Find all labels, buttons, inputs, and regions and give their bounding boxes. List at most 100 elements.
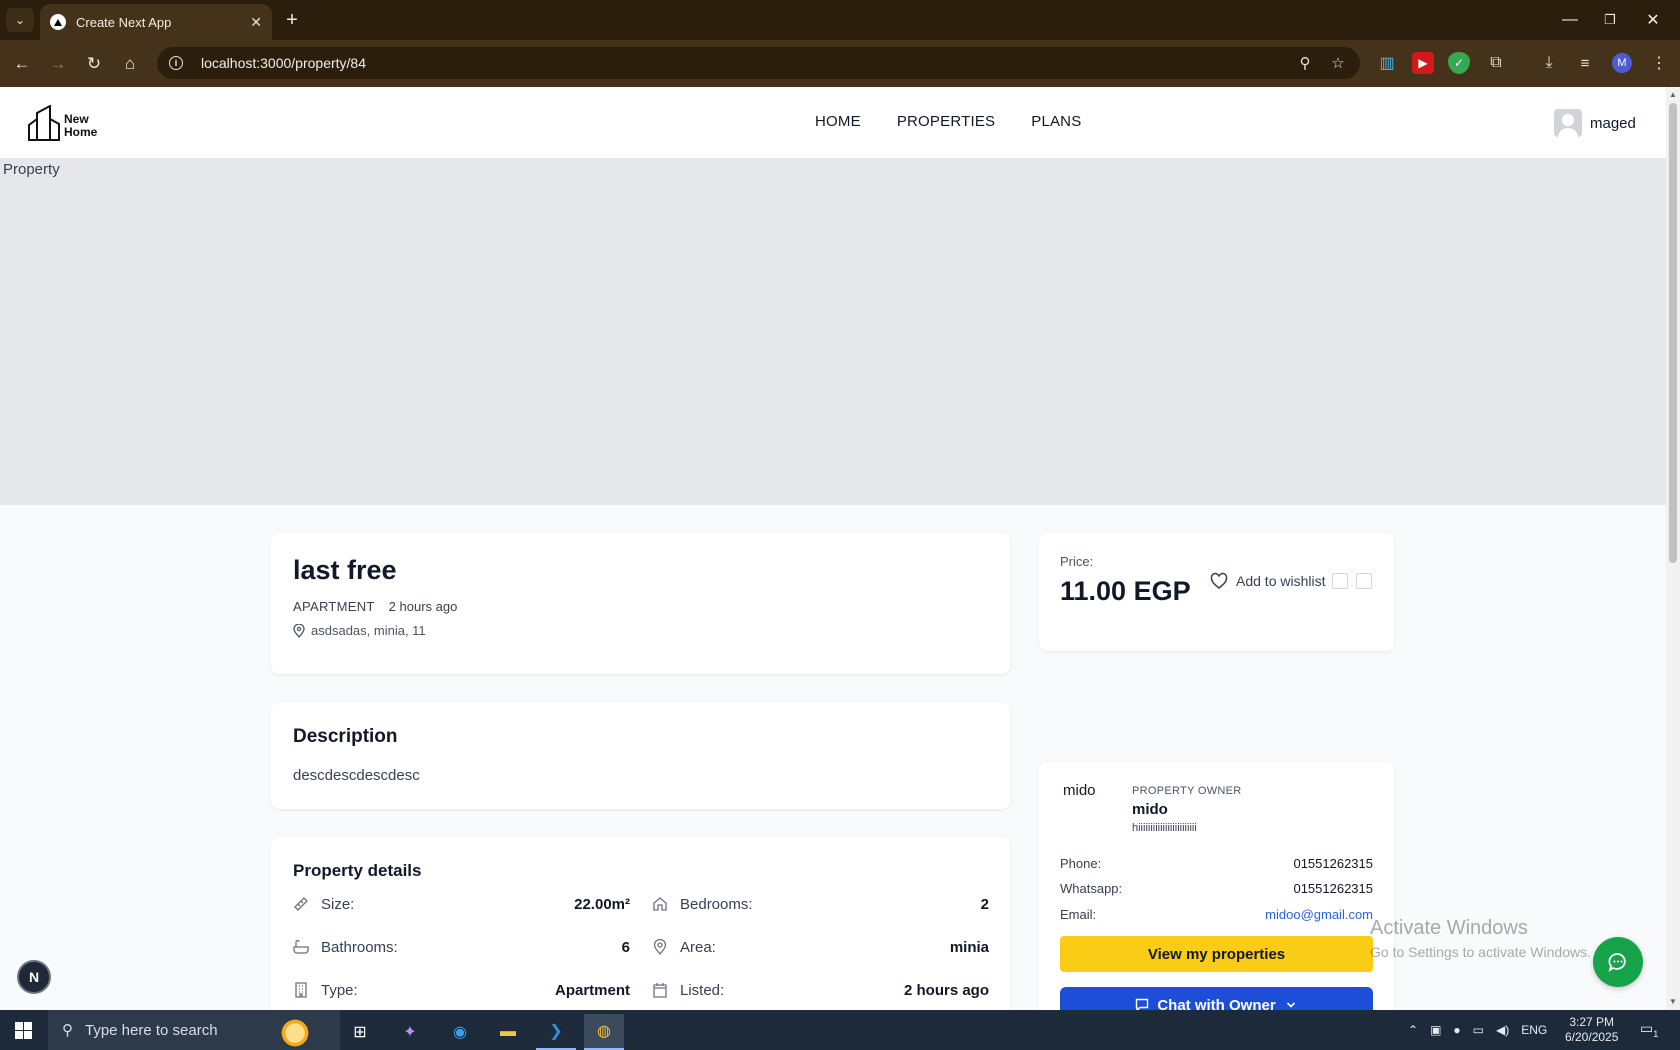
restore-button[interactable]: ❐ [1595, 8, 1625, 32]
taskbar-clock[interactable]: 3:27 PM 6/20/2025 [1565, 1015, 1618, 1045]
property-address: asdsadas, minia, 11 [293, 622, 426, 638]
reload-icon[interactable]: ↻ [80, 51, 108, 77]
property-type: APARTMENT [293, 599, 375, 614]
property-image-alt-text: Property [3, 161, 60, 178]
scroll-up-icon[interactable]: ▲ [1669, 91, 1677, 99]
property-meta: APARTMENT 2 hours ago [293, 599, 457, 614]
web-page: New Home HOME PROPERTIES PLANS maged Pro… [0, 87, 1666, 1010]
scroll-down-icon[interactable]: ▼ [1669, 998, 1677, 1006]
whatsapp-value[interactable]: 01551262315 [1293, 881, 1373, 896]
email-link[interactable]: midoo@gmail.com [1265, 907, 1373, 922]
detail-value: minia [949, 938, 989, 956]
wishlist-label[interactable]: Add to wishlist [1236, 573, 1325, 589]
notification-icon[interactable]: ▭1 [1640, 1020, 1662, 1040]
main-nav: HOME PROPERTIES PLANS [815, 113, 1081, 130]
share-button-2[interactable] [1356, 573, 1372, 589]
phone-value[interactable]: 01551262315 [1293, 856, 1373, 871]
property-title-card: last free APARTMENT 2 hours ago asdsadas… [271, 533, 1010, 674]
contact-label: Email: [1060, 907, 1097, 922]
address-text: asdsadas, minia, 11 [311, 623, 426, 638]
watermark-line-2: Go to Settings to activate Windows. [1370, 944, 1591, 960]
owner-photo-alt: mido [1063, 782, 1096, 799]
minimize-button[interactable]: — [1555, 8, 1585, 32]
file-explorer-icon[interactable]: ▬ [488, 1014, 528, 1050]
page-scrollbar[interactable]: ▲ ▼ [1666, 87, 1680, 1010]
edge-icon[interactable]: ◉ [440, 1014, 480, 1050]
windows-activation-watermark: Activate Windows Go to Settings to activ… [1370, 917, 1591, 960]
contact-phone: Phone: 01551262315 [1060, 856, 1373, 871]
site-header: New Home HOME PROPERTIES PLANS maged [0, 87, 1666, 159]
detail-size: Size: 22.00m² [293, 893, 630, 915]
contact-email: Email: midoo@gmail.com [1060, 907, 1373, 922]
share-button-1[interactable] [1332, 573, 1348, 589]
address-bar[interactable]: i localhost:3000/property/84 [157, 47, 1360, 79]
tab-search-button[interactable]: ⌄ [6, 8, 34, 32]
menu-kebab-icon[interactable]: ⋮ [1648, 52, 1670, 74]
url-text[interactable]: localhost:3000/property/84 [201, 55, 366, 71]
view-my-properties-button[interactable]: View my properties [1060, 936, 1373, 972]
system-tray: ⌃ ▣ ● ▭ ◀) ENG [1408, 1010, 1547, 1050]
add-to-wishlist-button[interactable]: Add to wishlist [1210, 572, 1325, 590]
search-placeholder[interactable]: Type here to search [85, 1022, 218, 1039]
profile-avatar[interactable]: M [1612, 53, 1632, 73]
owner-photo: mido [1063, 782, 1096, 799]
microphone-icon[interactable]: ● [1453, 1023, 1460, 1037]
new-tab-button[interactable]: + [280, 8, 304, 32]
price-value: 11.00 EGP [1060, 576, 1191, 606]
notification-count: 1 [1653, 1028, 1659, 1039]
extensions-puzzle-icon[interactable]: ⧉ [1485, 52, 1507, 74]
price-card: Price: 11.00 EGP Add to wishlist [1039, 533, 1394, 651]
building-logo-icon [28, 105, 60, 141]
chat-with-owner-button[interactable]: Chat with Owner [1060, 987, 1373, 1010]
chrome-icon[interactable]: ◍ [584, 1014, 624, 1050]
back-arrow-icon[interactable]: ← [8, 51, 36, 77]
detail-label: Bedrooms: [680, 895, 753, 913]
scroll-thumb[interactable] [1669, 103, 1677, 563]
forward-arrow-icon[interactable]: → [44, 51, 72, 77]
nav-properties[interactable]: PROPERTIES [897, 113, 995, 130]
tab-close-icon[interactable]: ✕ [250, 14, 262, 31]
building-icon [293, 982, 309, 998]
browser-tab-bar: ⌄ Create Next App ✕ + — ❐ ✕ [0, 0, 1680, 40]
show-hidden-icons-icon[interactable]: ⌃ [1408, 1023, 1418, 1037]
floating-chat-button[interactable] [1593, 937, 1643, 987]
user-name[interactable]: maged [1590, 115, 1636, 132]
bath-icon [293, 939, 309, 955]
close-window-button[interactable]: ✕ [1638, 8, 1668, 32]
vscode-icon[interactable]: ❯ [536, 1014, 576, 1050]
nav-plans[interactable]: PLANS [1031, 113, 1081, 130]
map-pin-icon [293, 622, 305, 638]
property-image-area: Property [0, 159, 1666, 505]
reader-extension-icon[interactable]: ▥ [1376, 52, 1398, 74]
site-info-icon[interactable]: i [169, 56, 183, 70]
detail-label: Listed: [680, 981, 725, 999]
calendar-icon [652, 982, 668, 998]
home-icon [652, 896, 668, 912]
detail-value: 22.00m² [574, 895, 630, 913]
meet-now-icon[interactable]: ▣ [1430, 1023, 1441, 1037]
nav-home[interactable]: HOME [815, 113, 861, 130]
heart-icon [1210, 572, 1228, 589]
download-icon[interactable]: ⤓ [1538, 52, 1560, 74]
zoom-icon[interactable]: ⚲ [1293, 51, 1317, 75]
user-avatar[interactable] [1554, 109, 1582, 137]
user-menu[interactable]: maged [1554, 109, 1636, 137]
task-view-icon[interactable]: ⊞ [340, 1014, 380, 1050]
media-control-icon[interactable]: ≡ [1574, 52, 1596, 74]
volume-icon[interactable]: ◀) [1496, 1023, 1509, 1037]
nextjs-dev-indicator[interactable]: N [17, 960, 51, 994]
copilot-icon[interactable]: ✦ [390, 1014, 430, 1050]
network-icon[interactable]: ▭ [1473, 1023, 1484, 1037]
logo-line-2: Home [64, 125, 98, 139]
bookmark-star-icon[interactable]: ☆ [1326, 51, 1350, 75]
description-heading: Description [293, 726, 398, 747]
browser-tab[interactable]: Create Next App ✕ [40, 4, 272, 40]
start-button[interactable] [0, 1010, 46, 1050]
home-icon[interactable]: ⌂ [116, 51, 144, 77]
detail-value: 2 hours ago [903, 981, 989, 999]
weather-sun-icon[interactable] [278, 1016, 312, 1050]
language-indicator[interactable]: ENG [1521, 1023, 1547, 1037]
detail-listed: Listed: 2 hours ago [652, 979, 989, 1001]
youtube-extension-icon[interactable]: ▶ [1412, 52, 1434, 74]
site-logo[interactable]: New Home [28, 105, 97, 141]
